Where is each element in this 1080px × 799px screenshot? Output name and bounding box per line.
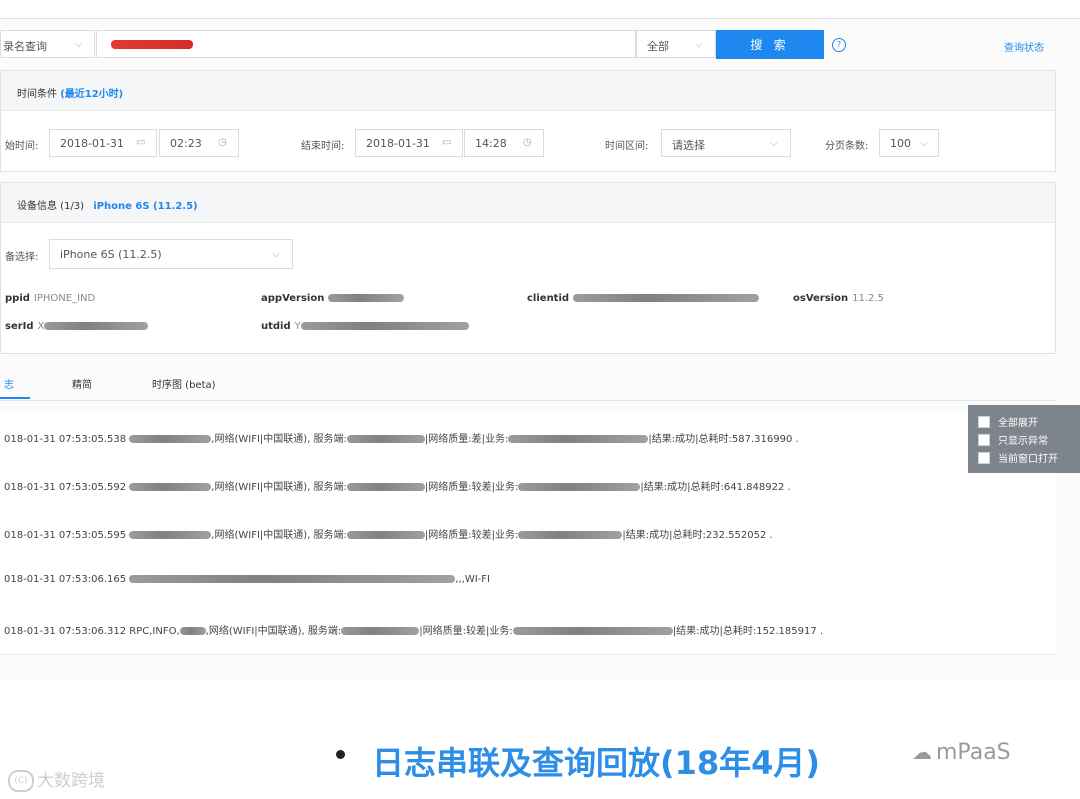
tab-log[interactable]: 志 <box>4 376 14 391</box>
checkbox[interactable] <box>978 415 990 428</box>
query-type-value: 录名查询 <box>3 40 47 53</box>
display-options-panel: 全部展开 只显示异常 当前窗口打开 <box>968 405 1080 473</box>
start-time-label: 始时间: <box>5 141 39 152</box>
time-panel-header[interactable]: 时间条件 (最近12小时) <box>1 71 1055 111</box>
redacted-value <box>573 294 760 302</box>
watermark-right: ☁ mPaaS <box>912 740 1011 765</box>
clock-icon: ◷ <box>523 137 532 148</box>
query-type-select[interactable]: 录名查询 ⌵ <box>0 30 95 58</box>
top-strip <box>0 0 1080 18</box>
clock-icon: ◷ <box>218 137 227 148</box>
top-divider <box>0 18 1080 19</box>
time-panel-title: 时间条件 (最近12小时) <box>17 89 124 100</box>
device-select[interactable]: iPhone 6S (11.2.5) ⌵ <box>49 239 293 269</box>
log-line: 018-01-31 07:53:06.165 ,,,WI-FI <box>4 574 490 585</box>
device-select-label: 备选择: <box>5 252 39 263</box>
scope-select[interactable]: 全部 ⌵ <box>636 30 716 58</box>
redacted-query <box>111 40 193 49</box>
scope-value: 全部 <box>647 40 669 53</box>
chevron-down-icon: ⌵ <box>770 138 778 149</box>
watermark-left: (C) 大数跨境 <box>8 766 105 792</box>
device-panel-header[interactable]: 设备信息 (1/3) iPhone 6S (11.2.5) <box>1 183 1055 223</box>
start-date-field[interactable]: 2018-01-31 ▭ <box>49 129 157 157</box>
log-line: 018-01-31 07:53:06.312 RPC,INFO, ,网络(WIFI… <box>4 626 824 637</box>
open-current-window-option[interactable]: 当前窗口打开 <box>978 450 1058 465</box>
tab-sequence-diagram[interactable]: 时序图 (beta) <box>152 376 216 391</box>
clientid-field: clientid <box>527 293 760 304</box>
query-status-link[interactable]: 查询状态 <box>1004 39 1044 54</box>
checkbox[interactable] <box>978 451 990 464</box>
utdid-field: utdid Y <box>261 321 469 332</box>
log-row[interactable]: 018-01-31 07:53:06.312 RPC,INFO, ,网络(WIFI… <box>0 606 1056 655</box>
redacted-value <box>328 294 405 302</box>
wechat-icon: ☁ <box>912 740 932 764</box>
chevron-down-icon: ⌵ <box>272 249 280 260</box>
log-query-screen: 录名查询 ⌵ 全部 ⌵ 搜 索 ? 查询状态 时间条件 (最近12小时) 始时间… <box>0 0 1080 680</box>
log-line: 018-01-31 07:53:05.538 ,网络(WIFI|中国联通), 服… <box>4 434 799 445</box>
device-panel-accent: iPhone 6S (11.2.5) <box>93 201 198 212</box>
chevron-down-icon: ⌵ <box>75 39 83 50</box>
time-panel-accent: (最近12小时) <box>60 89 124 100</box>
device-info-panel: 设备信息 (1/3) iPhone 6S (11.2.5) 备选择: iPhon… <box>0 182 1056 354</box>
log-row[interactable]: 018-01-31 07:53:06.165 ,,,WI-FI <box>0 558 1056 607</box>
calendar-icon: ▭ <box>442 137 452 148</box>
log-tabs: 志 精简 时序图 (beta) <box>0 368 1056 401</box>
only-errors-option[interactable]: 只显示异常 <box>978 432 1048 447</box>
redacted-value <box>300 322 469 330</box>
end-time-label: 结束时间: <box>301 141 345 152</box>
appversion-field: appVersion <box>261 293 405 304</box>
time-range-label: 时间区间: <box>605 141 649 152</box>
osversion-field: osVersion 11.2.5 <box>793 293 884 304</box>
checkbox[interactable] <box>978 433 990 446</box>
expand-all-option[interactable]: 全部展开 <box>978 414 1038 429</box>
slide-caption: 日志串联及查询回放(18年4月) <box>372 744 821 782</box>
log-line: 018-01-31 07:53:05.592 ,网络(WIFI|中国联通), 服… <box>4 482 791 493</box>
chevron-down-icon: ⌵ <box>695 39 703 50</box>
time-conditions-panel: 时间条件 (最近12小时) 始时间: 2018-01-31 ▭ 02:23 ◷ … <box>0 70 1056 172</box>
page-size-select[interactable]: 100 ⌵ <box>879 129 939 157</box>
time-range-select[interactable]: 请选择 ⌵ <box>661 129 791 157</box>
chevron-down-icon: ⌵ <box>920 138 928 149</box>
log-row[interactable]: 018-01-31 07:53:05.595 ,网络(WIFI|中国联通), 服… <box>0 510 1056 559</box>
end-date-field[interactable]: 2018-01-31 ▭ <box>355 129 463 157</box>
userid-field: serId X <box>5 321 149 332</box>
device-panel-title: 设备信息 (1/3) iPhone 6S (11.2.5) <box>17 201 198 212</box>
search-button[interactable]: 搜 索 <box>716 30 824 59</box>
active-tab-indicator <box>0 397 30 399</box>
log-row[interactable]: 018-01-31 07:53:05.538 ,网络(WIFI|中国联通), 服… <box>0 414 1056 463</box>
log-line: 018-01-31 07:53:05.595 ,网络(WIFI|中国联通), 服… <box>4 530 773 541</box>
caption-bullet <box>336 750 345 759</box>
search-row: 录名查询 ⌵ 全部 ⌵ 搜 索 ? 查询状态 <box>0 30 1060 60</box>
tab-simplified[interactable]: 精简 <box>72 376 92 391</box>
help-icon[interactable]: ? <box>832 38 846 52</box>
search-input[interactable] <box>96 30 636 58</box>
calendar-icon: ▭ <box>136 137 146 148</box>
log-row[interactable]: 018-01-31 07:53:05.592 ,网络(WIFI|中国联通), 服… <box>0 462 1056 511</box>
appid-field: ppid IPHONE_IND <box>5 293 96 304</box>
start-time-field[interactable]: 02:23 ◷ <box>159 129 239 157</box>
watermark-logo-icon: (C) <box>8 770 34 792</box>
page-size-label: 分页条数: <box>825 141 869 152</box>
redacted-value <box>44 322 149 330</box>
end-time-field[interactable]: 14:28 ◷ <box>464 129 544 157</box>
